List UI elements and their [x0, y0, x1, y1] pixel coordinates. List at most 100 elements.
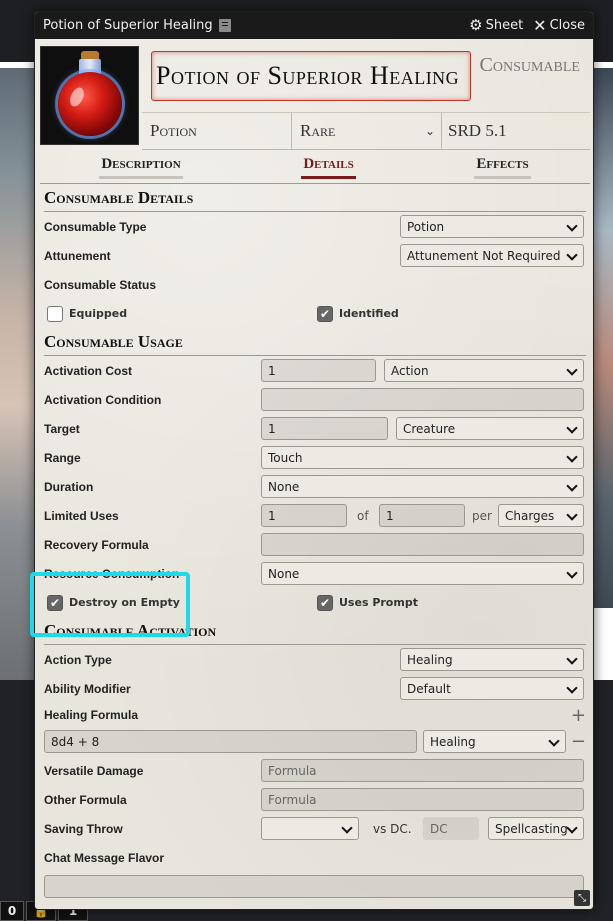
chevron-down-icon: ⌄ [424, 123, 435, 138]
row-versatile-damage: Versatile Damage Formula [44, 756, 586, 785]
healing-type-value: Healing [430, 734, 476, 749]
duration-label: Duration [44, 479, 94, 494]
row-activation-cost: Activation Cost 1 Action [44, 356, 586, 385]
target-type-select[interactable]: Creature [396, 417, 584, 440]
versatile-damage-label: Versatile Damage [44, 763, 144, 778]
consumable-type-value: Potion [407, 219, 445, 234]
item-subtype: Potion [142, 113, 292, 149]
window-titlebar[interactable]: Potion of Superior Healing ⚙ Sheet ✕ Clo… [35, 12, 593, 39]
row-limited-uses: Limited Uses 1 of 1 per Charges [44, 501, 586, 530]
details-panel: Consumable Details Consumable Type Potio… [44, 184, 586, 901]
uses-value-input[interactable]: 1 [261, 504, 347, 527]
other-formula-label: Other Formula [44, 792, 127, 807]
identified-checkbox[interactable]: ✔ Identified [317, 305, 399, 322]
tab-effects[interactable]: Effects [474, 156, 531, 179]
action-type-value: Healing [407, 652, 453, 667]
row-usage-checks: ✔ Destroy on Empty ✔ Uses Prompt [44, 588, 586, 617]
save-scaling-value: Spellcasting [495, 821, 568, 836]
row-consumable-type: Consumable Type Potion [44, 212, 586, 241]
action-type-select[interactable]: Healing [400, 648, 584, 671]
versatile-damage-placeholder: Formula [268, 763, 317, 778]
healing-type-select[interactable]: Healing [423, 730, 566, 753]
row-action-type: Action Type Healing [44, 645, 586, 674]
activation-cost-input[interactable]: 1 [261, 359, 376, 382]
uses-per-select[interactable]: Charges [498, 504, 584, 527]
resource-consumption-value: None [268, 566, 300, 581]
remove-formula-icon[interactable]: − [571, 731, 586, 752]
item-type-label: Consumable [479, 54, 580, 76]
resize-handle-icon[interactable]: ⤡ [574, 890, 590, 906]
saving-throw-ability-select[interactable] [261, 817, 359, 840]
background-art-right [593, 68, 613, 608]
vs-dc-label: vs DC. [373, 821, 412, 836]
check-icon[interactable]: ✔ [317, 305, 333, 322]
row-chat-flavor-label: Chat Message Flavor [44, 843, 586, 872]
item-summary-row: Potion Rare ⌄ SRD 5.1 [142, 112, 590, 150]
uses-per-label: per [472, 508, 492, 523]
rarity-value: Rare [300, 121, 336, 140]
row-status-checks: Equipped ✔ Identified [44, 299, 586, 328]
attunement-select[interactable]: Attunement Not Required [400, 244, 584, 267]
sheet-header: Potion of Superior Healing Consumable Po… [40, 46, 590, 151]
save-dc-input[interactable]: DC [423, 817, 479, 840]
versatile-damage-input[interactable]: Formula [261, 759, 584, 782]
ability-modifier-select[interactable]: Default [400, 677, 584, 700]
range-select[interactable]: Touch [261, 446, 584, 469]
activation-type-value: Action [391, 363, 429, 378]
resource-consumption-label: Resource Consumption [44, 566, 180, 581]
identified-label: Identified [339, 307, 399, 320]
limited-uses-label: Limited Uses [44, 508, 119, 523]
hotbar-page[interactable]: 0 [0, 901, 24, 921]
row-healing-formula-header: Healing Formula + [44, 703, 586, 727]
healing-formula-input[interactable]: 8d4 + 8 [44, 730, 417, 753]
compendium-book-icon[interactable] [218, 19, 231, 32]
duration-select[interactable]: None [261, 475, 584, 498]
check-icon[interactable]: ✔ [47, 594, 63, 611]
attunement-value: Attunement Not Required [407, 248, 561, 263]
equipped-label: Equipped [69, 307, 128, 320]
tab-details[interactable]: Details [301, 156, 356, 179]
uses-of-label: of [357, 508, 369, 523]
item-portrait[interactable] [40, 46, 139, 145]
other-formula-input[interactable]: Formula [261, 788, 584, 811]
activation-type-select[interactable]: Action [384, 359, 584, 382]
attunement-label: Attunement [44, 248, 111, 263]
add-formula-icon[interactable]: + [571, 705, 586, 726]
check-icon[interactable]: ✔ [317, 594, 333, 611]
row-other-formula: Other Formula Formula [44, 785, 586, 814]
sheet-button[interactable]: ⚙ Sheet [469, 18, 523, 34]
target-value-input[interactable]: 1 [261, 417, 388, 440]
row-saving-throw: Saving Throw vs DC. DC Spellcasting [44, 814, 586, 843]
equipped-checkbox[interactable]: Equipped [47, 305, 128, 322]
rarity-select[interactable]: Rare ⌄ [292, 113, 442, 149]
row-healing-formula: 8d4 + 8 Healing − [44, 727, 586, 756]
other-formula-placeholder: Formula [268, 792, 317, 807]
section-consumable-activation: Consumable Activation [44, 618, 586, 645]
row-target: Target 1 Creature [44, 414, 586, 443]
range-label: Range [44, 450, 81, 465]
action-type-label: Action Type [44, 652, 112, 667]
save-scaling-select[interactable]: Spellcasting [488, 817, 584, 840]
consumable-type-select[interactable]: Potion [400, 215, 584, 238]
item-name-input[interactable]: Potion of Superior Healing [151, 51, 471, 101]
close-button[interactable]: ✕ Close [533, 17, 585, 34]
section-consumable-usage: Consumable Usage [44, 329, 586, 356]
uses-prompt-checkbox[interactable]: ✔ Uses Prompt [317, 594, 418, 611]
destroy-on-empty-label: Destroy on Empty [69, 596, 180, 609]
destroy-on-empty-checkbox[interactable]: ✔ Destroy on Empty [47, 594, 180, 611]
duration-value: None [268, 479, 300, 494]
chat-flavor-input[interactable] [44, 875, 584, 898]
row-recovery-formula: Recovery Formula [44, 530, 586, 559]
row-consumable-status: Consumable Status [44, 270, 586, 299]
resource-consumption-select[interactable]: None [261, 562, 584, 585]
activation-condition-input[interactable] [261, 388, 584, 411]
source-input[interactable]: SRD 5.1 [442, 113, 590, 149]
window-title: Potion of Superior Healing [43, 18, 213, 33]
uses-prompt-label: Uses Prompt [339, 596, 418, 609]
equipped-box[interactable] [47, 305, 63, 322]
saving-throw-label: Saving Throw [44, 821, 123, 836]
recovery-formula-input[interactable] [261, 533, 584, 556]
tab-description[interactable]: Description [99, 156, 183, 179]
item-sheet-window: Potion of Superior Healing ⚙ Sheet ✕ Clo… [34, 11, 594, 910]
uses-max-input[interactable]: 1 [379, 504, 465, 527]
